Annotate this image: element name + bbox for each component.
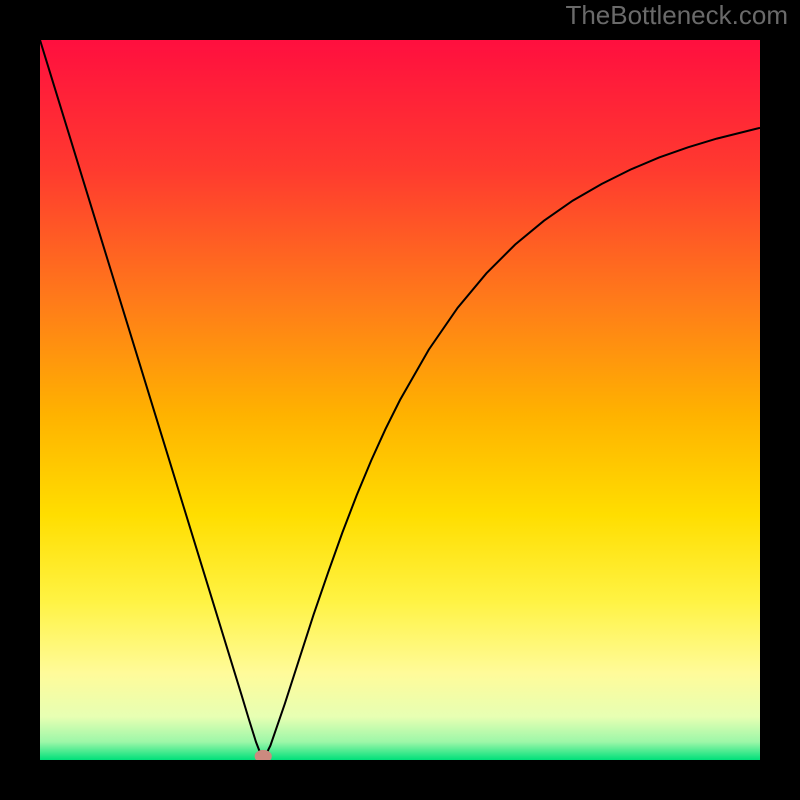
chart-plot-area <box>40 40 760 760</box>
watermark-text: TheBottleneck.com <box>565 0 788 31</box>
chart-svg <box>40 40 760 760</box>
